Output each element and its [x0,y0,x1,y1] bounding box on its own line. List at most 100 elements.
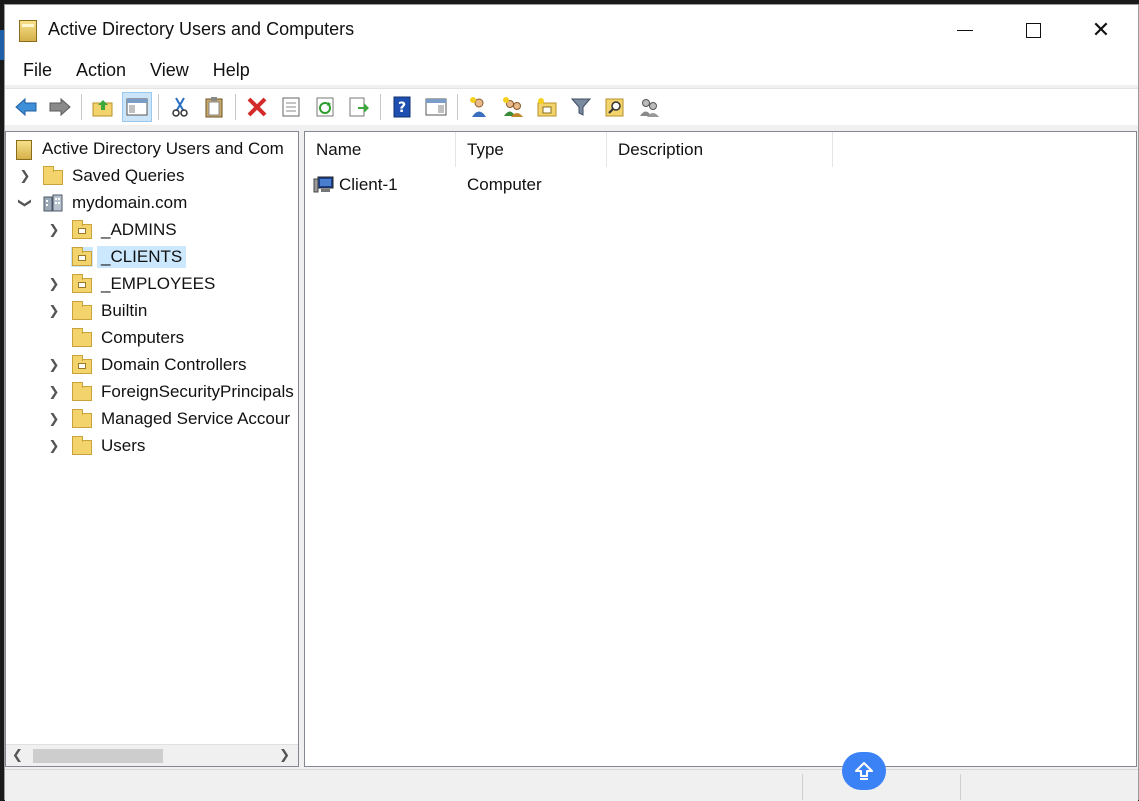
toolbar-separator [158,94,159,120]
folder-icon [71,301,93,321]
column-header-name[interactable]: Name [305,132,456,167]
maximize-button[interactable] [999,5,1067,55]
scrollbar-thumb[interactable] [33,749,163,763]
find-button[interactable] [600,92,630,122]
toolbar: ? [5,88,1138,125]
scroll-right-icon[interactable]: ❯ [279,747,290,763]
new-user-button[interactable] [464,92,494,122]
tree-item-admins[interactable]: ❯ _ADMINS [47,217,181,243]
tree-item-users[interactable]: ❯ Users [47,433,149,459]
tree-item-foreign-security-principals[interactable]: ❯ ForeignSecurityPrincipals [47,379,298,405]
new-group-icon [503,97,523,117]
help-button[interactable]: ? [387,92,417,122]
toolbar-separator [457,94,458,120]
folder-icon [71,409,93,429]
tree-item-domain-controllers[interactable]: ❯ Domain Controllers [47,352,251,378]
tree-root-label: Active Directory Users and Com [42,139,284,158]
back-arrow-icon [15,97,37,117]
refresh-icon [316,97,334,117]
tree-item-computers[interactable]: ❯ Computers [47,325,188,351]
tree-item-builtin[interactable]: ❯ Builtin [47,298,151,324]
toolbar-separator [235,94,236,120]
status-bar [5,769,1138,801]
forward-button[interactable] [45,92,75,122]
delete-button[interactable] [242,92,272,122]
status-divider [802,774,803,800]
properties-button[interactable] [276,92,306,122]
forward-arrow-icon [49,97,71,117]
show-action-pane-button[interactable] [421,92,451,122]
results-list-pane[interactable]: Name Type Description Client-1 Computer [304,131,1137,767]
aduc-snapin-icon [14,139,34,160]
close-icon: ✕ [1091,17,1111,42]
new-ou-icon [537,98,557,117]
aduc-window: Active Directory Users and Computers ✕ F… [4,4,1139,801]
menu-help[interactable]: Help [201,60,262,81]
folder-icon [42,166,64,186]
tree-item-clients[interactable]: ❯ _CLIENTS [47,244,187,270]
tree-item-saved-queries[interactable]: ❯ Saved Queries [18,163,188,189]
title-bar[interactable]: Active Directory Users and Computers ✕ [5,5,1138,55]
column-header-type[interactable]: Type [456,132,607,167]
chevron-down-icon[interactable]: ❯ [18,196,33,210]
close-button[interactable]: ✕ [1067,5,1135,55]
list-header: Name Type Description [305,132,1136,167]
export-list-button[interactable] [344,92,374,122]
chevron-right-icon[interactable]: ❯ [47,357,61,372]
svg-text:?: ? [398,100,406,116]
filter-button[interactable] [566,92,596,122]
list-item[interactable]: Client-1 Computer [313,172,607,198]
ou-folder-icon [71,274,93,294]
chevron-right-icon[interactable]: ❯ [47,303,61,318]
minimize-icon [957,29,973,31]
tree-item-label: Computers [101,328,185,347]
chevron-right-icon[interactable]: ❯ [47,222,61,237]
menu-file[interactable]: File [11,60,64,81]
console-tree-pane[interactable]: Active Directory Users and Com ❯ Saved Q… [5,131,299,767]
tree-root[interactable]: Active Directory Users and Com [14,136,288,162]
menu-view[interactable]: View [138,60,201,81]
toolbar-separator [81,94,82,120]
tree-item-label: mydomain.com [72,193,188,212]
folder-icon [71,436,93,456]
folder-icon [71,328,93,348]
chevron-right-icon[interactable]: ❯ [18,168,32,183]
chevron-right-icon[interactable]: ❯ [47,276,61,291]
minimize-button[interactable] [931,5,999,55]
paste-button[interactable] [199,92,229,122]
cut-button[interactable] [165,92,195,122]
tree-horizontal-scrollbar[interactable]: ❮ ❯ [6,744,298,766]
tree-item-employees[interactable]: ❯ _EMPLOYEES [47,271,219,297]
back-button[interactable] [11,92,41,122]
delete-icon [247,97,267,117]
up-arrow-icon [855,762,873,780]
show-hide-console-tree-button[interactable] [122,92,152,122]
column-header-description[interactable]: Description [607,132,833,167]
tree-item-managed-service-accounts[interactable]: ❯ Managed Service Accour [47,406,294,432]
up-one-level-button[interactable] [88,92,118,122]
scroll-left-icon[interactable]: ❮ [12,747,23,763]
add-to-group-button[interactable] [634,92,664,122]
tree-item-label: Managed Service Accour [101,409,290,428]
menu-action[interactable]: Action [64,60,138,81]
chevron-right-icon[interactable]: ❯ [47,438,61,453]
new-group-button[interactable] [498,92,528,122]
export-list-icon [349,97,369,117]
computer-icon [313,175,335,195]
floating-upload-button[interactable] [842,752,886,790]
status-divider [960,774,961,800]
aduc-app-icon [19,20,37,42]
chevron-right-icon[interactable]: ❯ [47,384,61,399]
chevron-right-icon[interactable]: ❯ [47,411,61,426]
ou-folder-icon [71,355,93,375]
action-pane-icon [425,98,447,116]
ou-folder-icon [71,247,93,267]
add-to-group-icon [640,99,659,117]
cut-icon [172,97,188,117]
new-ou-button[interactable] [532,92,562,122]
window-title: Active Directory Users and Computers [48,19,355,39]
tree-item-domain[interactable]: ❯ mydomain.com [18,190,191,216]
refresh-button[interactable] [310,92,340,122]
maximize-icon [1025,22,1041,38]
properties-icon [282,97,300,117]
